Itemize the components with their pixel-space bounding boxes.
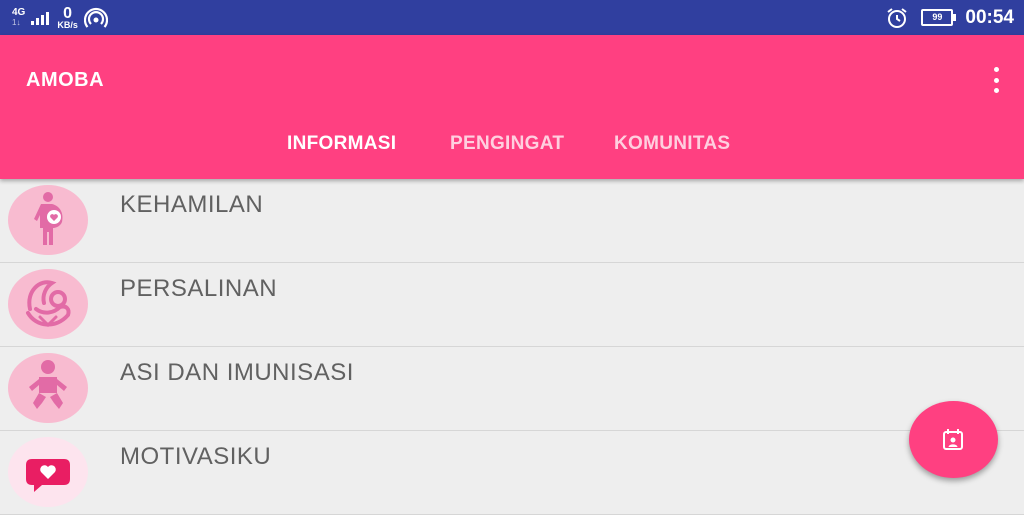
tab-bar: INFORMASI PENGINGAT KOMUNITAS — [0, 133, 1024, 159]
status-bar: 4G 1↓ 0 KB/s 99 00:54 — [0, 0, 1024, 35]
list-item-persalinan[interactable]: PERSALINAN — [0, 263, 1024, 347]
tab-komunitas[interactable]: KOMUNITAS — [614, 133, 730, 155]
list-item-kehamilan[interactable]: KEHAMILAN — [0, 179, 1024, 263]
list-item-motivasiku[interactable]: MOTIVASIKU — [0, 431, 1024, 515]
list-item-asi-dan-imunisasi[interactable]: ASI DAN IMUNISASI — [0, 347, 1024, 431]
tab-pengingat[interactable]: PENGINGAT — [450, 133, 564, 155]
speed-unit: KB/s — [57, 19, 78, 30]
network-type: 4G — [12, 6, 26, 18]
signal-icon — [31, 11, 50, 25]
speed-value: 0 — [63, 4, 73, 22]
mother-baby-icon — [8, 269, 88, 339]
network-sub: 1↓ — [12, 17, 21, 27]
status-bar-right: 99 00:54 — [885, 0, 1014, 35]
clock: 00:54 — [965, 6, 1014, 28]
calendar-fab-button[interactable] — [909, 401, 998, 478]
pregnant-woman-icon — [8, 185, 88, 255]
hotspot-icon — [83, 7, 108, 28]
status-bar-left: 4G 1↓ 0 KB/s — [12, 4, 108, 31]
app-title: AMOBA — [26, 69, 105, 91]
more-vert-icon[interactable] — [990, 67, 1002, 93]
list-item-label: PERSALINAN — [120, 275, 278, 302]
list-item-label: ASI DAN IMUNISASI — [120, 359, 354, 386]
network-speed: 0 KB/s — [57, 4, 78, 30]
alarm-icon — [887, 7, 907, 28]
tab-informasi[interactable]: INFORMASI — [287, 133, 396, 155]
app-bar: AMOBA INFORMASI PENGINGAT KOMUNITAS — [0, 35, 1024, 179]
list-item-label: MOTIVASIKU — [120, 443, 272, 470]
baby-icon — [8, 353, 88, 423]
network-indicator: 4G 1↓ — [12, 6, 26, 28]
battery-icon: 99 — [921, 9, 957, 26]
list-item-label: KEHAMILAN — [120, 191, 264, 218]
info-list: KEHAMILAN PERSALINAN ASI DAN IMUNISASI M… — [0, 179, 1024, 515]
heart-chat-icon — [8, 437, 88, 507]
calendar-person-icon — [942, 428, 963, 450]
